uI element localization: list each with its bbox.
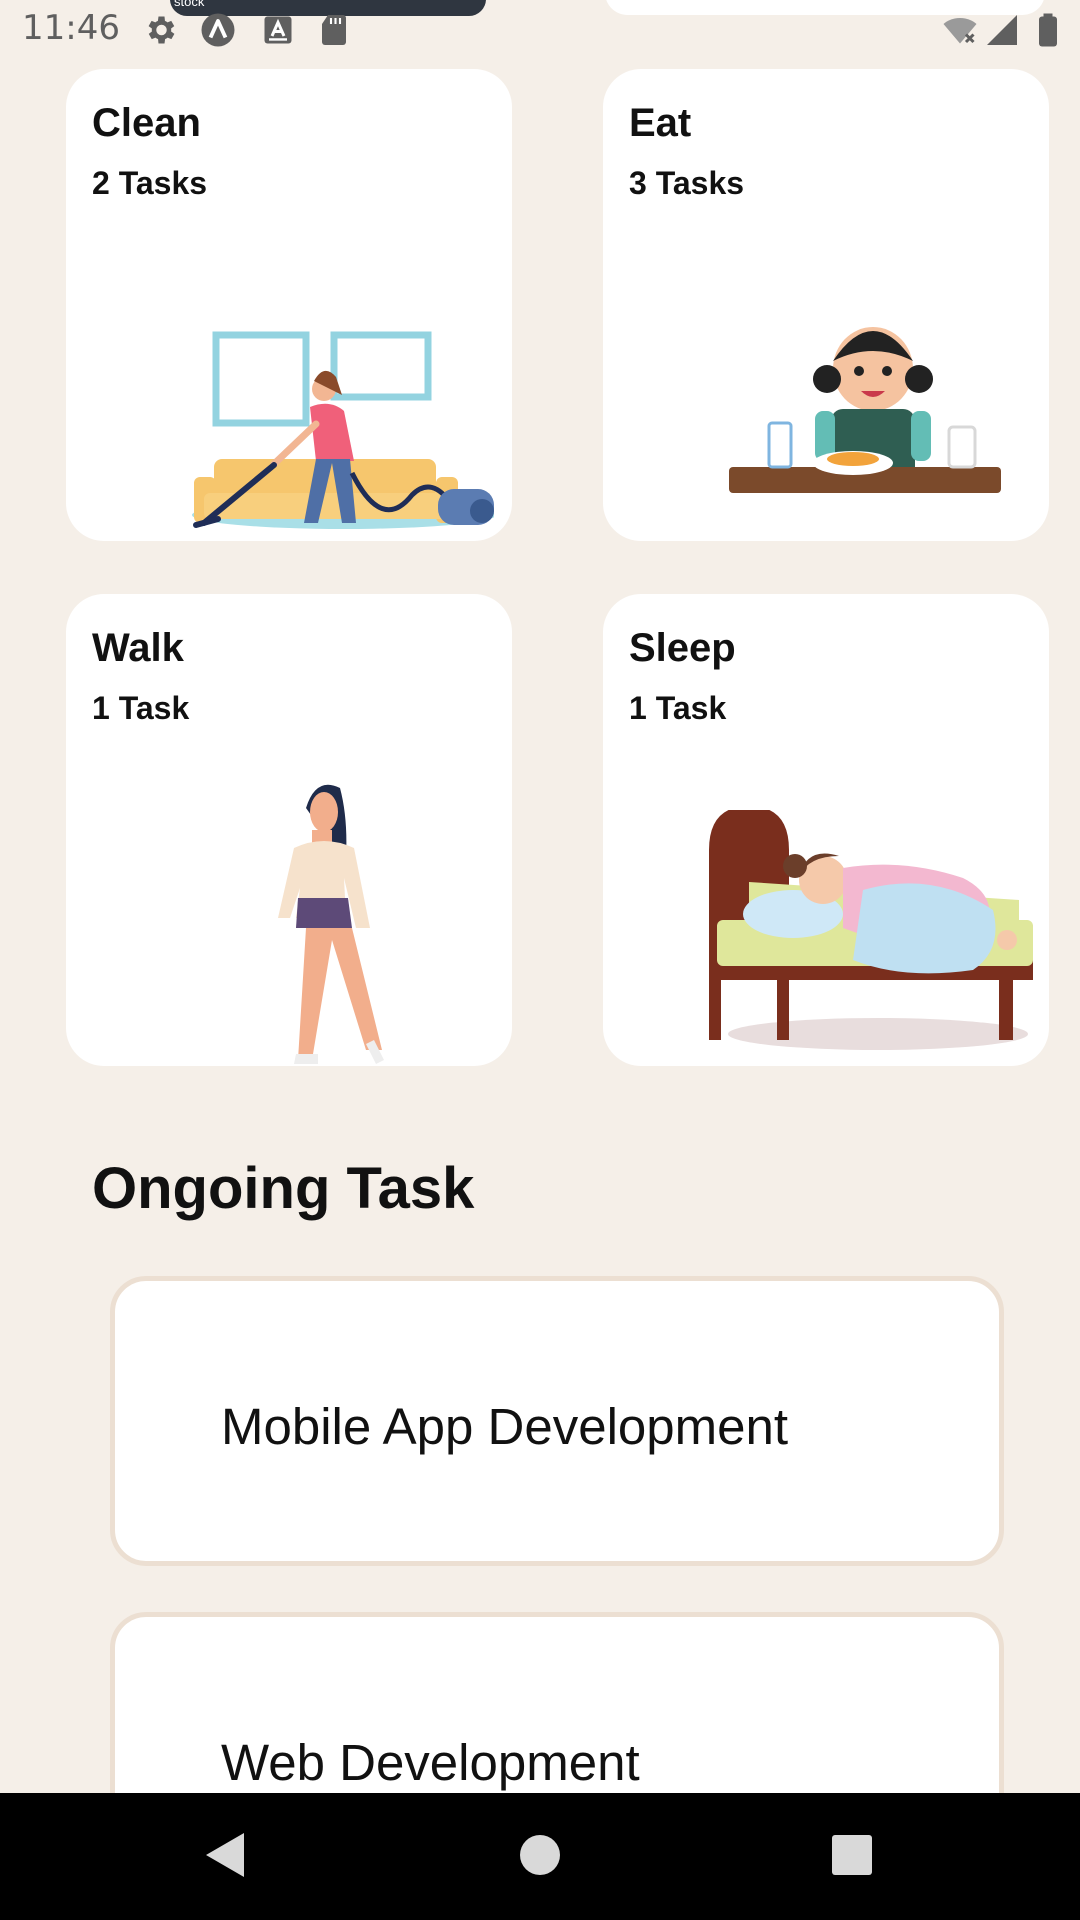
navigation-bar xyxy=(0,1793,1080,1920)
sleeping-illustration xyxy=(709,810,1033,1050)
sd-card-icon xyxy=(322,15,346,45)
status-bar: 11:46 xyxy=(0,0,1080,64)
maps-icon xyxy=(201,13,235,47)
category-count: 3 Tasks xyxy=(629,165,745,201)
notification-label: stock xyxy=(174,0,205,9)
category-card-walk[interactable]: Walk 1 Task xyxy=(66,594,512,1066)
eating-illustration xyxy=(729,327,1001,493)
category-title: Clean xyxy=(92,101,201,145)
category-count: 2 Tasks xyxy=(92,165,208,201)
section-title: Ongoing Task xyxy=(92,1156,475,1221)
walking-illustration xyxy=(278,784,384,1064)
category-card-clean[interactable]: Clean 2 Tasks xyxy=(66,69,512,541)
back-icon[interactable] xyxy=(198,1825,258,1885)
gear-icon xyxy=(148,16,175,44)
task-card[interactable]: Mobile App Development xyxy=(110,1276,1004,1566)
cleaning-illustration xyxy=(192,331,494,529)
category-count: 1 Task xyxy=(629,690,727,726)
battery-icon xyxy=(1039,13,1057,47)
category-count: 1 Task xyxy=(92,690,190,726)
wifi-off-icon xyxy=(943,18,977,44)
category-title: Sleep xyxy=(629,626,736,670)
recents-icon[interactable] xyxy=(822,1825,882,1885)
status-time: 11:46 xyxy=(22,8,120,48)
task-label: Web Development xyxy=(221,1734,640,1791)
text-a-icon xyxy=(264,16,292,44)
category-title: Eat xyxy=(629,101,692,145)
home-icon[interactable] xyxy=(510,1825,570,1885)
category-title: Walk xyxy=(92,626,184,670)
task-label: Mobile App Development xyxy=(221,1398,789,1455)
signal-icon xyxy=(987,15,1017,45)
category-card-sleep[interactable]: Sleep 1 Task xyxy=(603,594,1049,1066)
category-card-eat[interactable]: Eat 3 Tasks xyxy=(603,69,1049,541)
